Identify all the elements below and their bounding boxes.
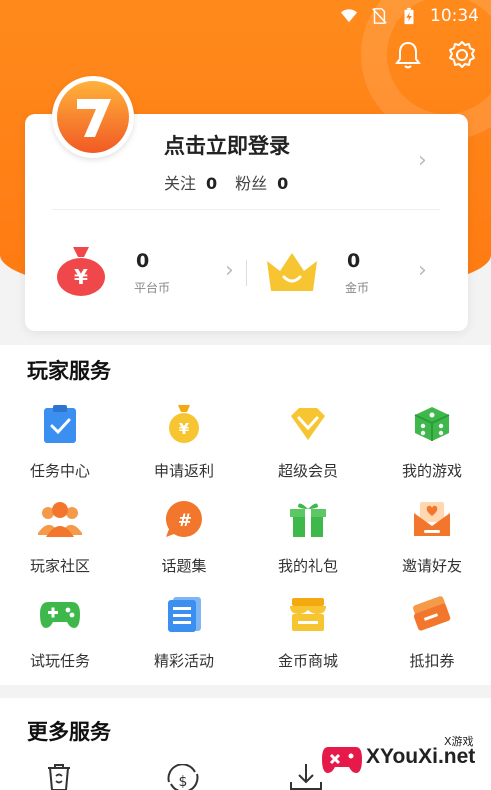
player-services-title: 玩家服务 [27, 359, 111, 383]
service-my-games[interactable]: 我的游戏 [377, 402, 487, 481]
watermark: X游戏 XYouXi.net [322, 733, 482, 781]
fans-count: 0 [277, 174, 289, 193]
follow-count: 0 [206, 174, 218, 193]
gift-icon [286, 497, 330, 541]
gold-chevron-icon[interactable]: › [418, 258, 427, 283]
platform-chevron-icon[interactable]: › [225, 258, 234, 283]
platform-coin-label: 平台币 [134, 281, 171, 295]
service-label: 抵扣券 [409, 652, 455, 670]
fans-label[interactable]: 粉丝 [235, 170, 267, 194]
wallet-separator [246, 260, 247, 286]
store-icon [286, 592, 330, 636]
watermark-brand: XYouXi.net [366, 745, 476, 768]
card-divider [52, 209, 440, 210]
svg-text:¥: ¥ [179, 420, 190, 438]
people-icon [38, 497, 82, 541]
svg-text:$: $ [179, 774, 188, 790]
service-rebate[interactable]: ¥ 申请返利 [129, 402, 239, 481]
service-label: 精彩活动 [153, 652, 214, 670]
service-topics[interactable]: # 话题集 [129, 497, 239, 576]
service-gold-mall[interactable]: 金币商城 [253, 592, 363, 671]
chevron-right-icon[interactable]: › [418, 148, 427, 173]
wifi-icon [340, 9, 358, 23]
recycle-bin-icon[interactable] [42, 764, 76, 790]
follow-stats: 关注 0 粉丝 0 [164, 170, 288, 194]
more-services-title: 更多服务 [27, 720, 111, 744]
envelope-heart-icon [410, 497, 454, 541]
login-prompt[interactable]: 点击立即登录 [164, 130, 290, 160]
gamepad-icon [38, 592, 82, 636]
avatar-logo [57, 81, 129, 153]
service-events[interactable]: 精彩活动 [129, 592, 239, 671]
yen-bag-icon: ¥ [162, 402, 206, 446]
service-my-gifts[interactable]: 我的礼包 [253, 497, 363, 576]
status-time: 10:34 [430, 6, 479, 26]
service-coupons[interactable]: 抵扣券 [377, 592, 487, 671]
service-label: 试玩任务 [29, 652, 90, 670]
money-exchange-icon[interactable]: $ [164, 764, 202, 790]
logo-720-icon [77, 99, 111, 137]
service-trial-tasks[interactable]: 试玩任务 [5, 592, 115, 671]
status-bar: 10:34 [0, 0, 491, 32]
settings-gear-icon[interactable] [445, 38, 479, 72]
battery-charging-icon [404, 7, 414, 25]
ticket-icon [410, 592, 454, 636]
no-sim-icon [372, 8, 387, 24]
crown-icon [267, 253, 317, 291]
clipboard-check-icon [38, 402, 82, 446]
service-invite-friends[interactable]: 邀请好友 [377, 497, 487, 576]
watermark-gamepad-logo [322, 747, 362, 773]
follow-label[interactable]: 关注 [164, 170, 196, 194]
service-label: 我的游戏 [401, 462, 462, 480]
diamond-icon [286, 402, 330, 446]
hashtag-icon: # [162, 497, 206, 541]
service-label: 金币商城 [277, 652, 338, 670]
gold-coin-label: 金币 [345, 281, 370, 295]
service-label: 任务中心 [29, 462, 90, 480]
bell-icon[interactable] [391, 38, 425, 72]
newspaper-icon [162, 592, 206, 636]
service-label: 我的礼包 [277, 557, 338, 575]
header-actions [391, 38, 479, 72]
service-community[interactable]: 玩家社区 [5, 497, 115, 576]
service-label: 邀请好友 [401, 557, 462, 575]
service-label: 申请返利 [153, 462, 214, 480]
yen-bag-icon: ¥ [57, 247, 105, 296]
service-super-vip[interactable]: 超级会员 [253, 402, 363, 481]
svg-text:#: # [178, 511, 192, 531]
platform-coin-value: 0 [136, 250, 150, 272]
dice-icon [410, 402, 454, 446]
service-task-center[interactable]: 任务中心 [5, 402, 115, 481]
avatar[interactable] [52, 76, 134, 158]
service-label: 玩家社区 [29, 557, 90, 575]
service-label: 超级会员 [277, 462, 338, 480]
gold-coin-value: 0 [347, 250, 361, 272]
service-label: 话题集 [161, 557, 207, 575]
svg-text:¥: ¥ [74, 265, 88, 289]
download-icon[interactable] [288, 764, 324, 790]
